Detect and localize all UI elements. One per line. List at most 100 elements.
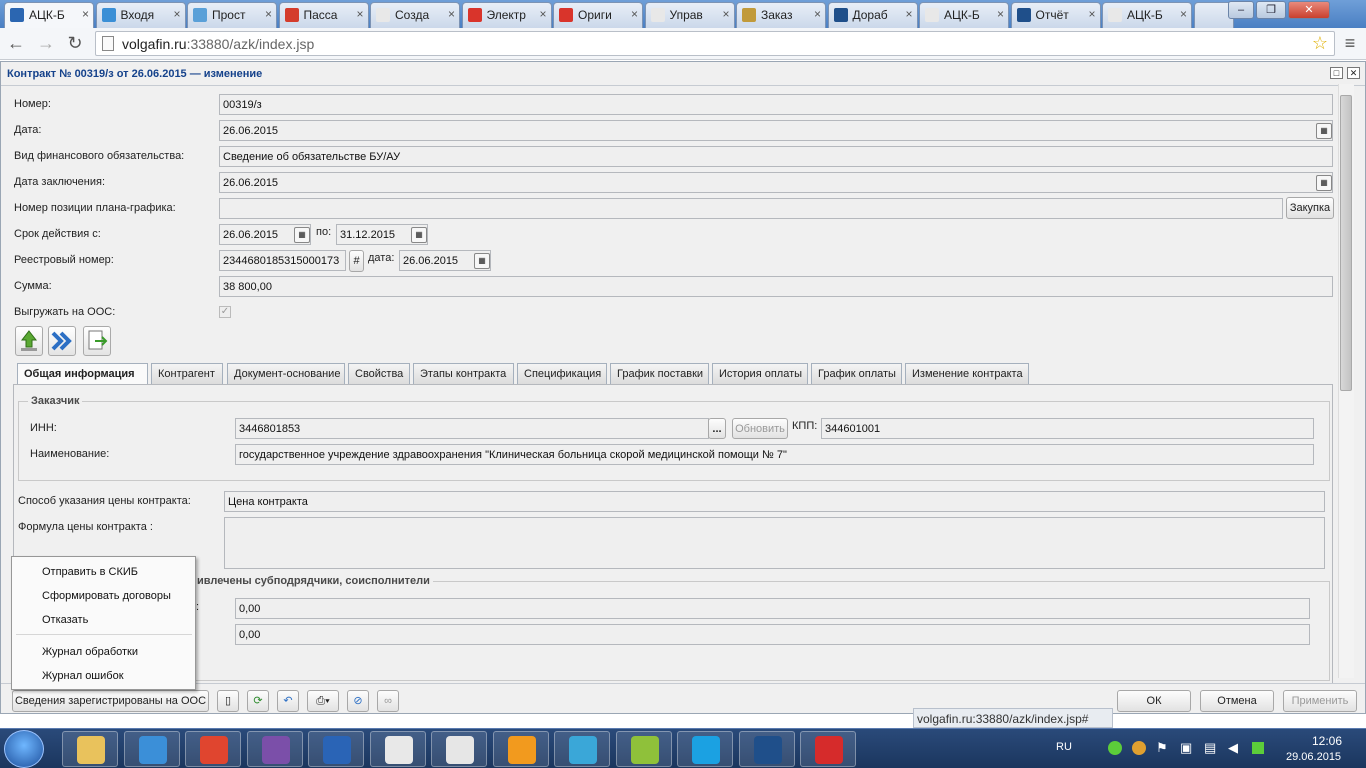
- refresh-button[interactable]: Обновить: [732, 418, 788, 439]
- taskbar-app-button[interactable]: [123, 731, 180, 767]
- restore-icon[interactable]: ❐: [1256, 1, 1286, 19]
- inn-select-button[interactable]: ...: [708, 418, 726, 439]
- taskbar-app-button[interactable]: [492, 731, 549, 767]
- tab-6[interactable]: График поставки: [610, 363, 709, 384]
- menu-item-refuse[interactable]: Отказать: [42, 614, 88, 626]
- scrollbar-thumb[interactable]: [1340, 95, 1352, 391]
- tab-close-icon[interactable]: ×: [265, 7, 272, 21]
- taskbar-app-button[interactable]: [431, 731, 487, 767]
- close-window-icon[interactable]: ✕: [1288, 1, 1330, 19]
- customer-name-field[interactable]: государственное учреждение здравоохранен…: [235, 444, 1314, 465]
- browser-tab[interactable]: Созда ×: [370, 2, 460, 28]
- plan-position-field[interactable]: [219, 198, 1283, 219]
- taskbar-app-button[interactable]: [62, 731, 118, 767]
- tab-close-icon[interactable]: ×: [539, 7, 546, 21]
- tab-close-icon[interactable]: ×: [631, 7, 638, 21]
- tab-close-icon[interactable]: ×: [1088, 7, 1095, 21]
- tab-2[interactable]: Документ-основание: [227, 363, 345, 384]
- tab-close-icon[interactable]: ×: [905, 7, 912, 21]
- registry-number-field[interactable]: 2344680185315000173: [219, 250, 346, 271]
- inn-field[interactable]: 3446801853: [235, 418, 709, 439]
- price-formula-field[interactable]: [224, 517, 1325, 569]
- calendar-icon[interactable]: ▦: [411, 227, 427, 243]
- back-icon[interactable]: ←: [4, 32, 28, 56]
- menu-item-error-log[interactable]: Журнал ошибок: [42, 670, 124, 682]
- calendar-icon[interactable]: ▦: [1316, 123, 1332, 139]
- tray-app-icon[interactable]: [1108, 741, 1122, 755]
- browser-tab[interactable]: Ориги ×: [553, 2, 643, 28]
- forward-icon[interactable]: →: [34, 32, 58, 56]
- tab-5[interactable]: Спецификация: [517, 363, 607, 384]
- clock-time[interactable]: 12:06: [1312, 734, 1342, 748]
- tab-1[interactable]: Контрагент: [151, 363, 223, 384]
- browser-tab[interactable]: Электр ×: [461, 2, 552, 28]
- kpp-field[interactable]: 344601001: [821, 418, 1314, 439]
- number-field[interactable]: 00319/з: [219, 94, 1333, 115]
- minimize-icon[interactable]: ‒: [1228, 1, 1254, 19]
- document-icon[interactable]: ▯: [217, 690, 239, 712]
- purchase-button[interactable]: Закупка: [1286, 197, 1334, 219]
- tab-9[interactable]: Изменение контракта: [905, 363, 1029, 384]
- taskbar-app-button[interactable]: [308, 731, 364, 767]
- taskbar-app-button[interactable]: [677, 731, 733, 767]
- taskbar-app-button[interactable]: [246, 731, 303, 767]
- maximize-icon[interactable]: □: [1330, 67, 1343, 79]
- tab-close-icon[interactable]: ×: [82, 7, 89, 21]
- taskbar-app-button[interactable]: [369, 731, 426, 767]
- bookmark-star-icon[interactable]: ☆: [1308, 32, 1332, 56]
- obligation-field[interactable]: Сведение об обязательстве БУ/АУ: [219, 146, 1333, 167]
- subcontract-field-1[interactable]: 0,00: [235, 598, 1310, 619]
- refresh-doc-icon[interactable]: ⟳: [247, 690, 269, 712]
- print-icon[interactable]: ⎙▾: [307, 690, 339, 712]
- browser-tab[interactable]: АЦК-Б ×: [4, 2, 94, 29]
- power-icon[interactable]: [1252, 742, 1264, 754]
- volume-icon[interactable]: ◀: [1228, 740, 1238, 756]
- calendar-icon[interactable]: ▦: [1316, 175, 1332, 191]
- cancel-button[interactable]: Отмена: [1200, 690, 1274, 712]
- taskbar-app-button[interactable]: [185, 731, 241, 767]
- menu-item-send-skib[interactable]: Отправить в СКИБ: [42, 566, 138, 578]
- tray-app-icon[interactable]: [1132, 741, 1146, 755]
- tab-close-icon[interactable]: ×: [997, 7, 1004, 21]
- menu-icon[interactable]: ≡: [1338, 32, 1362, 56]
- subcontract-field-2[interactable]: 0,00: [235, 624, 1310, 645]
- taskbar-app-button[interactable]: [554, 731, 610, 767]
- state-button[interactable]: Сведения зарегистрированы на ООС: [12, 690, 209, 712]
- date-field[interactable]: 26.06.2015: [219, 120, 1333, 141]
- price-method-field[interactable]: Цена контракта: [224, 491, 1325, 512]
- conclusion-date-field[interactable]: 26.06.2015: [219, 172, 1333, 193]
- tab-8[interactable]: График оплаты: [811, 363, 902, 384]
- reload-icon[interactable]: ↻: [63, 32, 87, 56]
- tab-4[interactable]: Этапы контракта: [413, 363, 514, 384]
- tab-close-icon[interactable]: ×: [814, 7, 821, 21]
- tab-close-icon[interactable]: ×: [356, 7, 363, 21]
- tab-3[interactable]: Свойства: [348, 363, 410, 384]
- tab-close-icon[interactable]: ×: [448, 7, 455, 21]
- device-icon[interactable]: ▣: [1180, 740, 1192, 756]
- export-document-icon[interactable]: [83, 326, 111, 356]
- network-icon[interactable]: ▤: [1204, 740, 1216, 756]
- sum-field[interactable]: 38 800,00: [219, 276, 1333, 297]
- menu-item-processing-log[interactable]: Журнал обработки: [42, 646, 138, 658]
- link-icon[interactable]: ∞: [377, 690, 399, 712]
- browser-tab[interactable]: Управ ×: [644, 2, 735, 28]
- address-input[interactable]: volgafin.ru:33880/azk/index.jsp: [95, 31, 1335, 56]
- browser-tab[interactable]: Отчёт ×: [1010, 2, 1101, 28]
- close-dialog-icon[interactable]: ✕: [1347, 67, 1360, 79]
- tab-0[interactable]: Общая информация: [17, 363, 148, 385]
- browser-tab[interactable]: Дораб ×: [827, 2, 918, 28]
- browser-tab[interactable]: Прост ×: [187, 2, 277, 28]
- registry-hash-button[interactable]: #: [349, 250, 364, 272]
- browser-tab[interactable]: АЦК-Б ×: [919, 2, 1009, 28]
- download-icon[interactable]: [15, 326, 43, 356]
- language-indicator[interactable]: RU: [1056, 741, 1072, 753]
- undo-icon[interactable]: ↶: [277, 690, 299, 712]
- taskbar-app-button[interactable]: [615, 731, 672, 767]
- tab-close-icon[interactable]: ×: [1180, 7, 1187, 21]
- start-button-icon[interactable]: [4, 730, 44, 768]
- tab-7[interactable]: История оплаты: [712, 363, 808, 384]
- ok-button[interactable]: ОК: [1117, 690, 1191, 712]
- browser-tab[interactable]: Заказ ×: [736, 2, 826, 28]
- tab-close-icon[interactable]: ×: [173, 7, 180, 21]
- taskbar-app-button[interactable]: [800, 731, 856, 767]
